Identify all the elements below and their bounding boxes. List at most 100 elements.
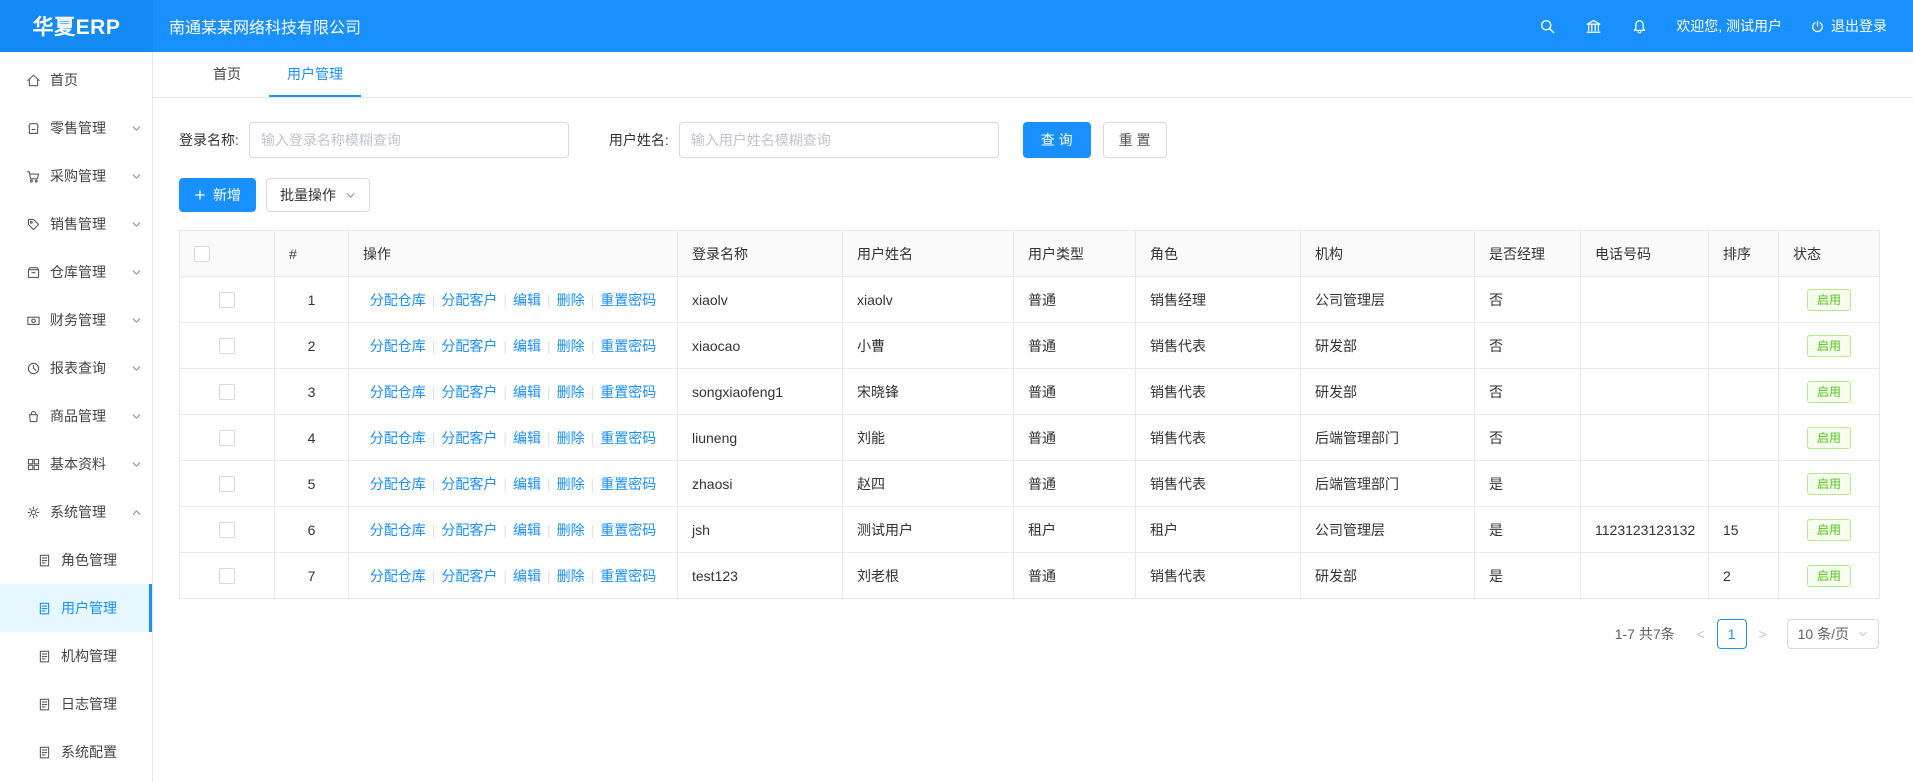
op-edit-link[interactable]: 编辑 (513, 568, 541, 584)
user-table-body: 1分配仓库|分配客户|编辑|删除|重置密码xiaolvxiaolv普通销售经理公… (180, 277, 1880, 599)
row-checkbox[interactable] (219, 384, 235, 400)
op-separator: | (503, 430, 507, 446)
op-separator: | (432, 338, 436, 354)
op-reset-password-link[interactable]: 重置密码 (600, 292, 656, 308)
op-delete-link[interactable]: 删除 (557, 522, 585, 538)
op-edit-link[interactable]: 编辑 (513, 292, 541, 308)
chevron-up-icon (131, 507, 142, 518)
op-reset-password-link[interactable]: 重置密码 (600, 338, 656, 354)
op-edit-link[interactable]: 编辑 (513, 476, 541, 492)
row-select-cell (180, 553, 275, 599)
sidebar-item-sys-config[interactable]: 系统配置 (0, 728, 152, 776)
row-select-cell (180, 415, 275, 461)
row-checkbox[interactable] (219, 292, 235, 308)
cell-is-manager: 否 (1475, 323, 1581, 369)
sidebar-item-log-mgmt[interactable]: 日志管理 (0, 680, 152, 728)
row-checkbox[interactable] (219, 568, 235, 584)
op-delete-link[interactable]: 删除 (557, 430, 585, 446)
cell-status: 启用 (1779, 323, 1880, 369)
sidebar-item-report[interactable]: 报表查询 (0, 344, 152, 392)
next-page-button[interactable]: > (1749, 619, 1777, 649)
sidebar-item-org-mgmt[interactable]: 机构管理 (0, 632, 152, 680)
batch-actions-label: 批量操作 (280, 185, 336, 205)
cell-status: 启用 (1779, 461, 1880, 507)
row-operations: 分配仓库|分配客户|编辑|删除|重置密码 (349, 323, 678, 369)
cell-organization: 后端管理部门 (1301, 461, 1475, 507)
op-assign-warehouse-link[interactable]: 分配仓库 (370, 384, 426, 400)
search-icon[interactable] (1524, 18, 1570, 35)
row-select-cell (180, 277, 275, 323)
finance-icon (26, 313, 41, 328)
op-assign-customer-link[interactable]: 分配客户 (441, 568, 497, 584)
sidebar-item-goods[interactable]: 商品管理 (0, 392, 152, 440)
op-delete-link[interactable]: 删除 (557, 338, 585, 354)
home-icon (26, 73, 41, 88)
op-edit-link[interactable]: 编辑 (513, 338, 541, 354)
notification-bell-icon[interactable] (1616, 18, 1662, 35)
row-checkbox[interactable] (219, 522, 235, 538)
op-assign-customer-link[interactable]: 分配客户 (441, 384, 497, 400)
op-reset-password-link[interactable]: 重置密码 (600, 568, 656, 584)
sidebar-item-role-mgmt[interactable]: 角色管理 (0, 536, 152, 584)
logout-button[interactable]: 退出登录 (1810, 16, 1887, 36)
op-assign-customer-link[interactable]: 分配客户 (441, 476, 497, 492)
op-assign-customer-link[interactable]: 分配客户 (441, 292, 497, 308)
logout-label: 退出登录 (1831, 16, 1887, 36)
op-delete-link[interactable]: 删除 (557, 568, 585, 584)
op-edit-link[interactable]: 编辑 (513, 384, 541, 400)
reset-button[interactable]: 重 置 (1103, 122, 1167, 158)
row-checkbox[interactable] (219, 338, 235, 354)
sidebar-item-label: 零售管理 (50, 118, 106, 138)
op-reset-password-link[interactable]: 重置密码 (600, 384, 656, 400)
sidebar-item-retail[interactable]: 零售管理 (0, 104, 152, 152)
select-all-checkbox[interactable] (194, 246, 210, 262)
content-area: 登录名称: 用户姓名: 查 询 重 置 新增 批量操作 (153, 98, 1913, 649)
user-name-input[interactable] (679, 122, 999, 158)
op-edit-link[interactable]: 编辑 (513, 522, 541, 538)
column-header: 用户类型 (1014, 231, 1136, 277)
sidebar-item-system[interactable]: 系统管理 (0, 488, 152, 536)
op-assign-customer-link[interactable]: 分配客户 (441, 522, 497, 538)
sidebar-item-sales[interactable]: 销售管理 (0, 200, 152, 248)
organization-bank-icon[interactable] (1570, 18, 1616, 35)
op-assign-warehouse-link[interactable]: 分配仓库 (370, 522, 426, 538)
prev-page-button[interactable]: < (1687, 619, 1715, 649)
sidebar-item-purchase[interactable]: 采购管理 (0, 152, 152, 200)
tab-user-management[interactable]: 用户管理 (269, 52, 361, 97)
op-assign-customer-link[interactable]: 分配客户 (441, 338, 497, 354)
op-assign-warehouse-link[interactable]: 分配仓库 (370, 430, 426, 446)
cell-phone (1581, 553, 1709, 599)
app-logo[interactable]: 华夏ERP (0, 0, 153, 52)
op-reset-password-link[interactable]: 重置密码 (600, 430, 656, 446)
op-delete-link[interactable]: 删除 (557, 384, 585, 400)
op-reset-password-link[interactable]: 重置密码 (600, 522, 656, 538)
op-assign-warehouse-link[interactable]: 分配仓库 (370, 568, 426, 584)
row-checkbox[interactable] (219, 430, 235, 446)
op-edit-link[interactable]: 编辑 (513, 430, 541, 446)
sidebar-item-user-mgmt[interactable]: 用户管理 (0, 584, 152, 632)
batch-actions-button[interactable]: 批量操作 (266, 178, 370, 212)
cell-user-name: 测试用户 (843, 507, 1014, 553)
cell-status: 启用 (1779, 369, 1880, 415)
op-delete-link[interactable]: 删除 (557, 476, 585, 492)
op-reset-password-link[interactable]: 重置密码 (600, 476, 656, 492)
row-checkbox[interactable] (219, 476, 235, 492)
op-assign-warehouse-link[interactable]: 分配仓库 (370, 292, 426, 308)
sidebar-item-warehouse[interactable]: 仓库管理 (0, 248, 152, 296)
table-row: 4分配仓库|分配客户|编辑|删除|重置密码liuneng刘能普通销售代表后端管理… (180, 415, 1880, 461)
row-operations: 分配仓库|分配客户|编辑|删除|重置密码 (349, 277, 678, 323)
tab-home[interactable]: 首页 (195, 52, 259, 97)
sidebar-item-finance[interactable]: 财务管理 (0, 296, 152, 344)
query-button[interactable]: 查 询 (1023, 122, 1091, 158)
sidebar-item-basic[interactable]: 基本资料 (0, 440, 152, 488)
add-button[interactable]: 新增 (179, 178, 256, 212)
op-delete-link[interactable]: 删除 (557, 292, 585, 308)
doc-icon (37, 649, 52, 664)
sidebar-item-home[interactable]: 首页 (0, 56, 152, 104)
page-number-button[interactable]: 1 (1717, 619, 1747, 649)
op-assign-warehouse-link[interactable]: 分配仓库 (370, 338, 426, 354)
login-name-input[interactable] (249, 122, 569, 158)
page-size-select[interactable]: 10 条/页 (1787, 619, 1879, 649)
op-assign-warehouse-link[interactable]: 分配仓库 (370, 476, 426, 492)
op-assign-customer-link[interactable]: 分配客户 (441, 430, 497, 446)
